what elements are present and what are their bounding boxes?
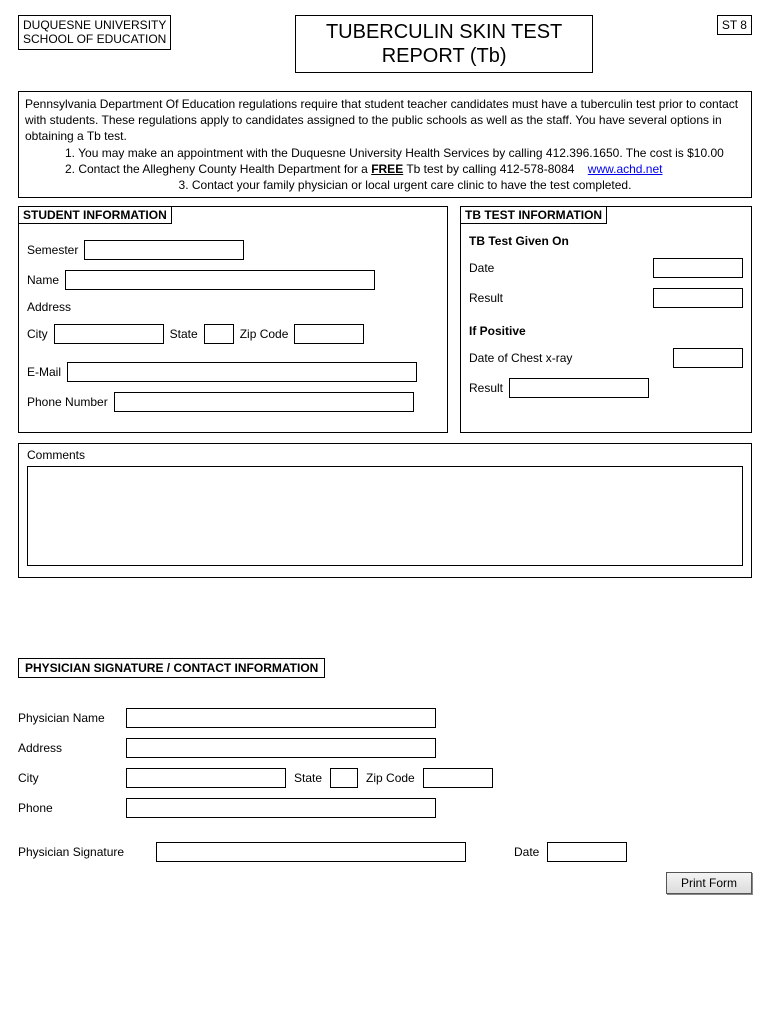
address-label: Address (27, 300, 71, 314)
tb-result2-input[interactable] (509, 378, 649, 398)
xray-input[interactable] (673, 348, 743, 368)
name-label: Name (27, 273, 59, 287)
email-input[interactable] (67, 362, 417, 382)
org-line2: SCHOOL OF EDUCATION (23, 32, 166, 46)
phys-state-label: State (294, 771, 322, 785)
instructions-para: Pennsylvania Department Of Education reg… (25, 96, 745, 145)
phone-input[interactable] (114, 392, 414, 412)
phys-date-input[interactable] (547, 842, 627, 862)
semester-label: Semester (27, 243, 78, 257)
xray-label: Date of Chest x-ray (469, 351, 572, 365)
phys-address-label: Address (18, 741, 118, 755)
phys-sig-label: Physician Signature (18, 845, 148, 859)
phys-zip-input[interactable] (423, 768, 493, 788)
city-label: City (27, 327, 48, 341)
tb-result-input[interactable] (653, 288, 743, 308)
instructions-box: Pennsylvania Department Of Education reg… (18, 91, 752, 198)
comments-panel: Comments (18, 443, 752, 578)
phys-zip-label: Zip Code (366, 771, 415, 785)
option-2: 2. Contact the Allegheny County Health D… (65, 161, 745, 177)
phys-phone-label: Phone (18, 801, 118, 815)
phys-phone-input[interactable] (126, 798, 436, 818)
tb-date-label: Date (469, 261, 509, 275)
state-input[interactable] (204, 324, 234, 344)
tb-info-panel: TB TEST INFORMATION TB Test Given On Dat… (460, 206, 752, 433)
tb-given-on: TB Test Given On (469, 234, 743, 248)
comments-label: Comments (19, 444, 751, 462)
tb-result-label: Result (469, 291, 509, 305)
option-1: 1. You may make an appointment with the … (65, 145, 745, 161)
tb-result2-label: Result (469, 381, 503, 395)
phys-address-input[interactable] (126, 738, 436, 758)
phys-name-input[interactable] (126, 708, 436, 728)
name-input[interactable] (65, 270, 375, 290)
option-3: 3. Contact your family physician or loca… (65, 177, 745, 193)
semester-input[interactable] (84, 240, 244, 260)
comments-textarea[interactable] (27, 466, 743, 566)
if-positive: If Positive (469, 324, 743, 338)
zip-input[interactable] (294, 324, 364, 344)
phone-label: Phone Number (27, 395, 108, 409)
state-label: State (170, 327, 198, 341)
title-box: TUBERCULIN SKIN TEST REPORT (Tb) (295, 15, 593, 73)
phys-sig-input[interactable] (156, 842, 466, 862)
city-input[interactable] (54, 324, 164, 344)
phys-state-input[interactable] (330, 768, 358, 788)
zip-label: Zip Code (240, 327, 289, 341)
print-form-button[interactable]: Print Form (666, 872, 752, 894)
tb-section-title: TB TEST INFORMATION (460, 206, 607, 224)
org-box: DUQUESNE UNIVERSITY SCHOOL OF EDUCATION (18, 15, 171, 50)
email-label: E-Mail (27, 365, 61, 379)
phys-city-input[interactable] (126, 768, 286, 788)
tb-date-input[interactable] (653, 258, 743, 278)
org-line1: DUQUESNE UNIVERSITY (23, 18, 166, 32)
achd-link[interactable]: www.achd.net (588, 162, 663, 176)
student-info-panel: STUDENT INFORMATION Semester Name Addres… (18, 206, 448, 433)
title-line1: TUBERCULIN SKIN TEST (326, 20, 562, 44)
st-code: ST 8 (717, 15, 752, 35)
phys-name-label: Physician Name (18, 711, 118, 725)
physician-section-title: PHYSICIAN SIGNATURE / CONTACT INFORMATIO… (18, 658, 325, 678)
title-line2: REPORT (Tb) (326, 44, 562, 68)
student-section-title: STUDENT INFORMATION (18, 206, 172, 224)
phys-date-label: Date (514, 845, 539, 859)
phys-city-label: City (18, 771, 118, 785)
